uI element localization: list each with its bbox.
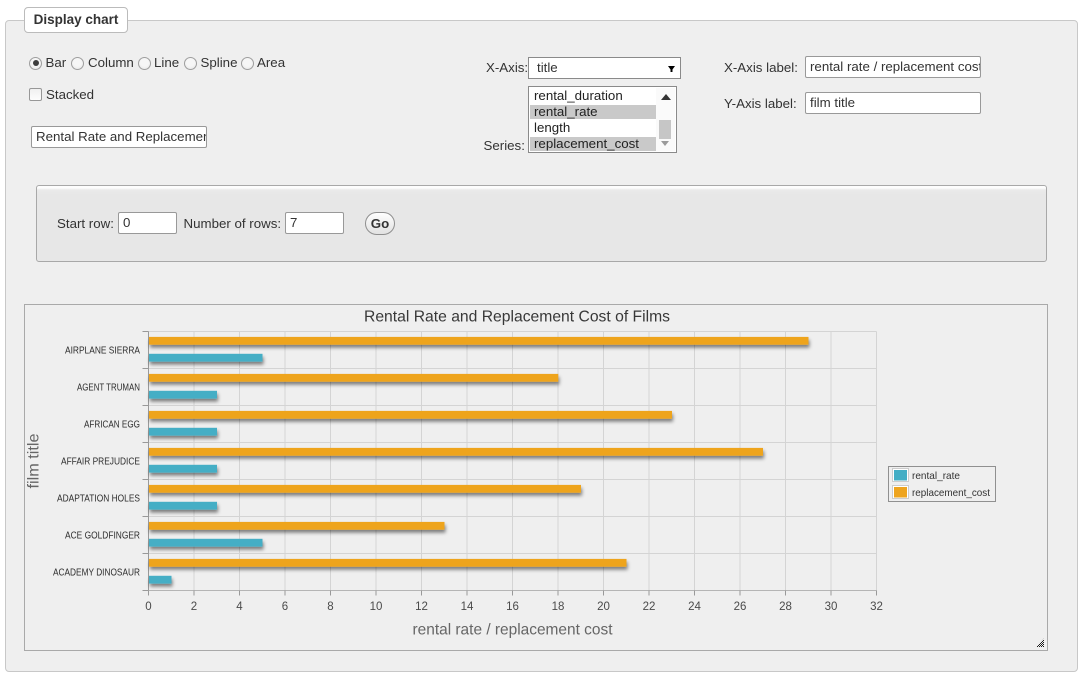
svg-text:28: 28 [779, 601, 792, 613]
svg-text:14: 14 [461, 601, 474, 613]
svg-text:18: 18 [552, 601, 565, 613]
svg-text:30: 30 [825, 601, 838, 613]
svg-text:rental rate / replacement cost: rental rate / replacement cost [413, 622, 614, 639]
svg-text:AIRPLANE SIERRA: AIRPLANE SIERRA [65, 346, 140, 357]
svg-text:16: 16 [506, 601, 519, 613]
svg-text:26: 26 [734, 601, 747, 613]
svg-text:8: 8 [327, 601, 333, 613]
svg-text:AFRICAN EGG: AFRICAN EGG [84, 420, 140, 431]
svg-text:AFFAIR PREJUDICE: AFFAIR PREJUDICE [61, 457, 140, 468]
svg-text:32: 32 [870, 601, 883, 613]
svg-text:Rental Rate and Replacement Co: Rental Rate and Replacement Cost of Film… [364, 309, 670, 326]
svg-text:film title: film title [26, 433, 43, 488]
svg-text:2: 2 [191, 601, 197, 613]
svg-text:0: 0 [145, 601, 151, 613]
svg-text:10: 10 [370, 601, 383, 613]
svg-text:6: 6 [282, 601, 288, 613]
svg-text:24: 24 [688, 601, 701, 613]
svg-text:rental_rate: rental_rate [912, 470, 960, 482]
svg-text:22: 22 [643, 601, 656, 613]
svg-text:AGENT TRUMAN: AGENT TRUMAN [77, 383, 140, 394]
svg-text:ACE GOLDFINGER: ACE GOLDFINGER [65, 531, 140, 542]
svg-text:ACADEMY DINOSAUR: ACADEMY DINOSAUR [53, 568, 140, 579]
svg-text:ADAPTATION HOLES: ADAPTATION HOLES [57, 494, 140, 505]
svg-text:4: 4 [236, 601, 243, 613]
svg-text:12: 12 [415, 601, 428, 613]
svg-text:replacement_cost: replacement_cost [912, 487, 990, 499]
svg-text:20: 20 [597, 601, 610, 613]
